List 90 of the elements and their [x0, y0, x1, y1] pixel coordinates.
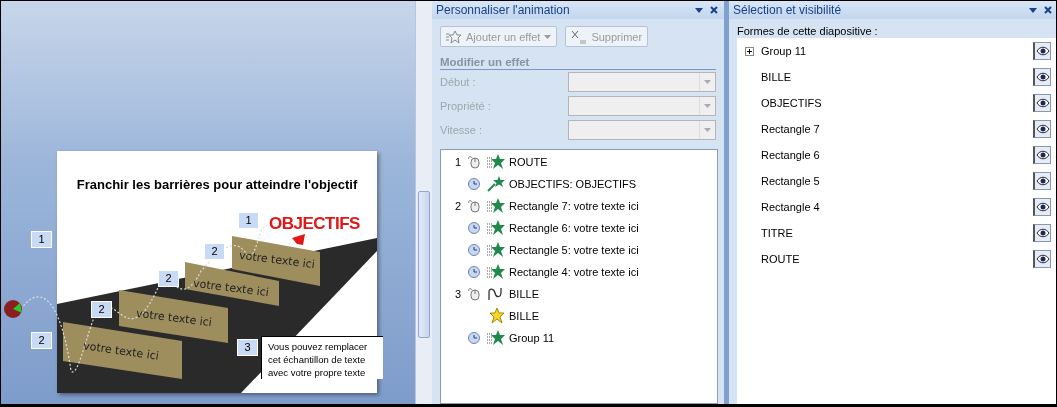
path-icon: [487, 286, 505, 302]
animation-item[interactable]: BILLE: [441, 305, 717, 327]
star-icon: [487, 176, 505, 192]
animation-item[interactable]: OBJECTIFS: OBJECTIFS: [441, 173, 717, 195]
animation-item[interactable]: 2 Rectangle 7: votre texte ici: [441, 195, 717, 217]
field-label: Propriété :: [440, 100, 492, 112]
pane-title: Personnaliser l'animation: [436, 3, 571, 17]
board-text: votre texte ici: [82, 339, 160, 363]
animation-item[interactable]: Rectangle 4: votre texte ici: [441, 261, 717, 283]
caret-icon: [704, 128, 711, 132]
mouse-icon: [468, 155, 480, 169]
delete-icon: [571, 29, 588, 44]
order-tag: 3: [237, 339, 258, 356]
close-icon[interactable]: [1044, 6, 1052, 14]
star-icon: [446, 29, 462, 44]
star-icon: [487, 308, 505, 324]
item-label: Rectangle 6: votre texte ici: [509, 222, 639, 234]
note-text: Vous pouvez remplacer: [268, 340, 369, 353]
shape-name[interactable]: Rectangle 4: [761, 201, 1033, 213]
expand-icon[interactable]: [744, 46, 754, 56]
item-label: OBJECTIFS: OBJECTIFS: [509, 178, 637, 190]
dropdown-icon[interactable]: [1029, 7, 1037, 13]
eye-button[interactable]: [1033, 198, 1051, 216]
shape-name[interactable]: Rectangle 5: [761, 175, 1033, 187]
shape-name[interactable]: Group 11: [761, 45, 1033, 57]
clock-icon: [468, 244, 480, 256]
field-label: Début :: [440, 76, 477, 88]
star-icon: [487, 220, 505, 236]
eye-button[interactable]: [1033, 94, 1051, 112]
star-icon: [487, 154, 505, 170]
shape-name[interactable]: BILLE: [761, 71, 1033, 83]
animation-item[interactable]: Rectangle 5: votre texte ici: [441, 239, 717, 261]
board-text: votre texte ici: [192, 276, 270, 300]
eye-button[interactable]: [1033, 146, 1051, 164]
item-label: BILLE: [509, 288, 539, 300]
ball-icon: [4, 300, 22, 318]
goal-text: OBJECTIFS: [269, 214, 360, 233]
eye-button[interactable]: [1033, 250, 1051, 268]
animation-item[interactable]: Group 11: [441, 327, 717, 349]
slide-title: Franchir les barrières pour atteindre l'objectif: [75, 177, 359, 192]
eye-button[interactable]: [1033, 68, 1051, 86]
dropdown-icon[interactable]: [695, 7, 703, 13]
mouse-icon: [468, 199, 480, 213]
arrow-icon: [292, 234, 305, 245]
item-label: ROUTE: [509, 156, 548, 168]
clock-icon: [468, 332, 480, 344]
order-tag: 1: [31, 231, 52, 248]
section-heading: Modifier un effet: [440, 56, 716, 70]
eye-button[interactable]: [1033, 120, 1051, 138]
animation-item[interactable]: 3 BILLE: [441, 283, 717, 305]
pane-title: Sélection et visibilité: [733, 3, 843, 17]
note-text: avec votre propre texte: [268, 366, 367, 379]
star-icon: [487, 198, 505, 214]
shape-name[interactable]: Rectangle 7: [761, 123, 1033, 135]
shape-name[interactable]: TITRE: [761, 227, 1033, 239]
order-tag: 2: [91, 301, 112, 318]
item-label: Rectangle 4: votre texte ici: [509, 266, 639, 278]
order-tag: 1: [238, 212, 259, 229]
order-tag: 2: [204, 243, 225, 260]
clock-icon: [468, 222, 480, 234]
shape-name[interactable]: Rectangle 6: [761, 149, 1033, 161]
eye-button[interactable]: [1033, 224, 1051, 242]
eye-button[interactable]: [1033, 172, 1051, 190]
star-icon: [487, 242, 505, 258]
mouse-icon: [468, 287, 480, 301]
caret-icon: [704, 80, 711, 84]
caret-icon: [704, 104, 711, 108]
animation-item[interactable]: Rectangle 6: votre texte ici: [441, 217, 717, 239]
item-label: BILLE: [509, 310, 539, 322]
board-text: votre texte ici: [135, 306, 213, 330]
shape-name[interactable]: ROUTE: [761, 253, 1033, 265]
clock-icon: [468, 266, 480, 278]
caret-icon: [544, 34, 552, 39]
eye-button[interactable]: [1033, 42, 1051, 60]
star-icon: [487, 264, 505, 280]
board-text: votre texte ici: [238, 248, 316, 272]
order-tag: 2: [31, 332, 52, 349]
item-label: Rectangle 7: votre texte ici: [509, 200, 639, 212]
clock-icon: [468, 178, 480, 190]
star-icon: [487, 330, 505, 346]
item-label: Rectangle 5: votre texte ici: [509, 244, 639, 256]
order-tag: 2: [158, 270, 179, 287]
close-icon[interactable]: [710, 6, 718, 14]
list-heading: Formes de cette diapositive :: [736, 24, 879, 38]
scrollbar[interactable]: [415, 1, 432, 404]
item-label: Group 11: [509, 332, 555, 344]
note-text: cet échantillon de texte: [268, 353, 367, 366]
shape-name[interactable]: OBJECTIFS: [761, 97, 1033, 109]
field-label: Vitesse :: [440, 124, 483, 136]
animation-item[interactable]: 1 ROUTE: [441, 151, 717, 173]
